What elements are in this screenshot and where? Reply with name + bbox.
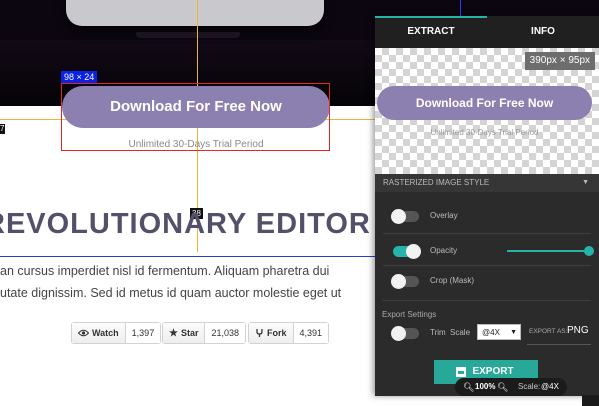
export-settings-row: Trim Scale @4X ▼ EXPORT AS: PNG: [375, 322, 599, 344]
zoom-level: 100%: [475, 382, 496, 391]
preview-button-image: Download For Free Now: [377, 86, 592, 120]
star-text: Star: [180, 328, 199, 338]
github-watch-button[interactable]: Watch 1,397: [71, 322, 162, 344]
export-format[interactable]: PNG: [567, 325, 589, 336]
left-measure-tag: 7: [0, 124, 5, 134]
toggle-knob: [391, 326, 406, 341]
tab-extract[interactable]: EXTRACT: [375, 16, 487, 48]
laptop-base: [136, 32, 240, 38]
divider: [383, 265, 591, 266]
section-title: RASTERIZED IMAGE STYLE: [383, 178, 490, 187]
export-label: EXPORT: [472, 366, 514, 377]
opacity-label: Opacity: [430, 246, 458, 255]
extract-panel: EXTRACT INFO 390px × 95px Download For F…: [375, 16, 599, 396]
laptop-image: [66, 0, 324, 26]
preview-dimensions: 390px × 95px: [524, 52, 595, 70]
star-icon: ★: [169, 327, 178, 339]
opacity-option: Opacity: [375, 237, 599, 265]
fork-count[interactable]: 4,391: [293, 323, 329, 343]
overlay-label: Overlay: [430, 211, 458, 220]
panel-tabs: EXTRACT INFO: [375, 16, 599, 48]
fork-text: Fork: [267, 328, 287, 338]
fork-icon: [256, 329, 263, 337]
zoom-out-icon[interactable]: 🔍︎: [463, 378, 474, 396]
scale-label: Scale: [450, 328, 471, 337]
github-watch-label[interactable]: Watch: [72, 323, 126, 343]
rasterized-style-header[interactable]: RASTERIZED IMAGE STYLE ▼: [375, 174, 599, 192]
active-tab-indicator: [375, 16, 487, 18]
overlay-option: Overlay: [375, 202, 599, 230]
chevron-down-icon: ▼: [510, 329, 517, 336]
crop-toggle[interactable]: [391, 274, 419, 289]
selection-box[interactable]: [61, 83, 330, 151]
opacity-toggle[interactable]: [393, 244, 421, 259]
trim-label: Trim: [430, 328, 446, 337]
github-fork-button[interactable]: Fork 4,391: [248, 322, 330, 344]
scale-status-label: Scale:: [518, 382, 541, 391]
preview-subtitle: Unlimited 30-Days Trial Period: [430, 128, 539, 137]
image-preview: 390px × 95px Download For Free Now Unlim…: [375, 48, 599, 174]
format-underline: [527, 344, 591, 345]
selection-size-badge: 98 × 24: [61, 71, 98, 83]
page-headline: REVOLUTIONARY EDITOR: [0, 208, 371, 240]
body-paragraph: an cursus imperdiet nisl id fermentum. A…: [0, 260, 376, 304]
export-settings-title: Export Settings: [382, 310, 437, 319]
blue-guide-line: [460, 0, 461, 16]
zoom-status-bar: 🔍︎ 100% 🔍︎ Scale: @4X: [455, 378, 567, 396]
chevron-down-icon: ▼: [582, 179, 589, 186]
scale-value: @4X: [482, 328, 500, 337]
toggle-knob: [391, 209, 406, 224]
tab-info[interactable]: INFO: [487, 16, 599, 48]
toggle-knob: [391, 274, 406, 289]
scale-status-value: @4X: [541, 382, 559, 391]
corner-shadow: [582, 395, 599, 406]
slider-thumb[interactable]: [584, 246, 594, 256]
star-count[interactable]: 21,038: [205, 323, 246, 343]
github-fork-label[interactable]: Fork: [249, 323, 294, 343]
crop-label: Crop (Mask): [430, 276, 475, 285]
blue-guide-horizontal: [0, 256, 376, 257]
zoom-in-icon[interactable]: 🔍︎: [497, 378, 508, 396]
overlay-toggle[interactable]: [391, 209, 419, 224]
paragraph-line: an cursus imperdiet nisl id fermentum. A…: [0, 264, 330, 278]
divider: [383, 233, 591, 234]
eye-icon: [78, 329, 89, 337]
watch-count[interactable]: 1,397: [125, 323, 161, 343]
watch-text: Watch: [92, 328, 119, 338]
paragraph-line: utate dignissim. Sed id metus id quam au…: [0, 286, 342, 300]
scale-select[interactable]: @4X ▼: [477, 324, 521, 340]
opacity-slider[interactable]: [507, 246, 594, 256]
toggle-knob: [406, 244, 421, 259]
github-star-button[interactable]: ★ Star 21,038: [162, 322, 247, 344]
trim-toggle[interactable]: [391, 326, 419, 341]
divider: [383, 300, 591, 301]
crop-option: Crop (Mask): [375, 267, 599, 295]
github-star-label[interactable]: ★ Star: [163, 323, 206, 343]
image-icon: [456, 367, 466, 377]
export-as-label: EXPORT AS:: [529, 328, 568, 335]
